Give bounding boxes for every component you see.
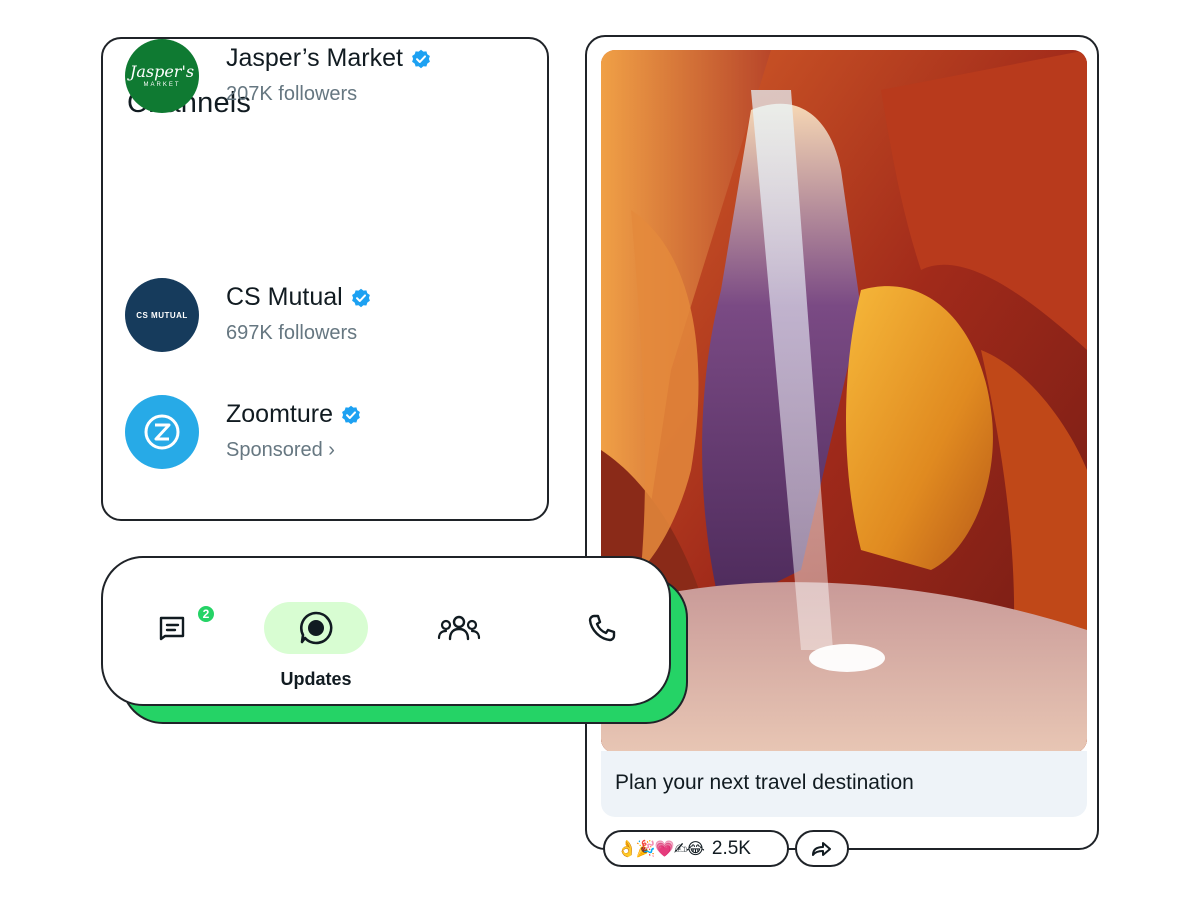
forward-button[interactable] [795,830,849,867]
channel-name: Jasper’s Market [226,44,431,73]
channel-name-text: Jasper’s Market [226,44,403,72]
channel-post-card: Plan your next travel destination [585,35,1099,850]
channel-item-cs-mutual[interactable]: CS MUTUAL CS Mutual 697K followers [125,278,525,354]
verified-badge-icon [351,288,370,307]
reaction-emojis: 👌🎉💗✍😂 [617,840,705,858]
nav-chats[interactable]: 2 [121,602,225,654]
cs-mutual-logo-text: CS MUTUAL [136,310,188,320]
chats-unread-badge: 2 [196,604,216,624]
nav-calls[interactable] [550,602,654,654]
channel-item-zoomture[interactable]: Zoomture Sponsored › [125,395,525,471]
channel-item-jaspers-market[interactable]: Jasper's MARKET Jasper’s Market 207K fol… [125,39,525,115]
cs-mutual-avatar: CS MUTUAL [125,278,199,352]
channel-name: Zoomture [226,400,361,429]
channels-card: Channels CS MUTUAL CS Mutual 697K follow… [101,37,549,521]
nav-communities[interactable] [407,602,511,654]
post-caption-box: Plan your next travel destination [601,751,1087,817]
jaspers-market-avatar: Jasper's MARKET [125,39,199,113]
phone-icon [588,614,616,642]
bottom-nav-bar: 2 Updates [101,556,671,706]
jaspers-logo-subtext: MARKET [143,82,181,88]
channel-followers: 207K followers [226,83,358,105]
channel-name-text: Zoomture [226,400,333,428]
post-caption: Plan your next travel destination [615,771,914,794]
channel-name-text: CS Mutual [226,283,343,311]
nav-updates[interactable] [264,602,368,654]
zoomture-logo-icon [144,414,180,450]
chats-icon [159,616,185,641]
channel-name: CS Mutual [226,283,371,312]
reactions-pill[interactable]: 👌🎉💗✍😂 2.5K [603,830,789,867]
verified-badge-icon [412,49,430,68]
reaction-count: 2.5K [711,837,751,859]
channel-sponsored-label[interactable]: Sponsored › [226,439,335,462]
zoomture-avatar [125,395,199,469]
communities-icon [437,615,481,641]
channel-followers: 697K followers [226,322,358,344]
jaspers-logo-text: Jasper's [129,62,195,81]
verified-badge-icon [342,405,360,424]
forward-icon [812,841,831,856]
nav-updates-label: Updates [280,669,352,689]
updates-icon [300,611,333,645]
